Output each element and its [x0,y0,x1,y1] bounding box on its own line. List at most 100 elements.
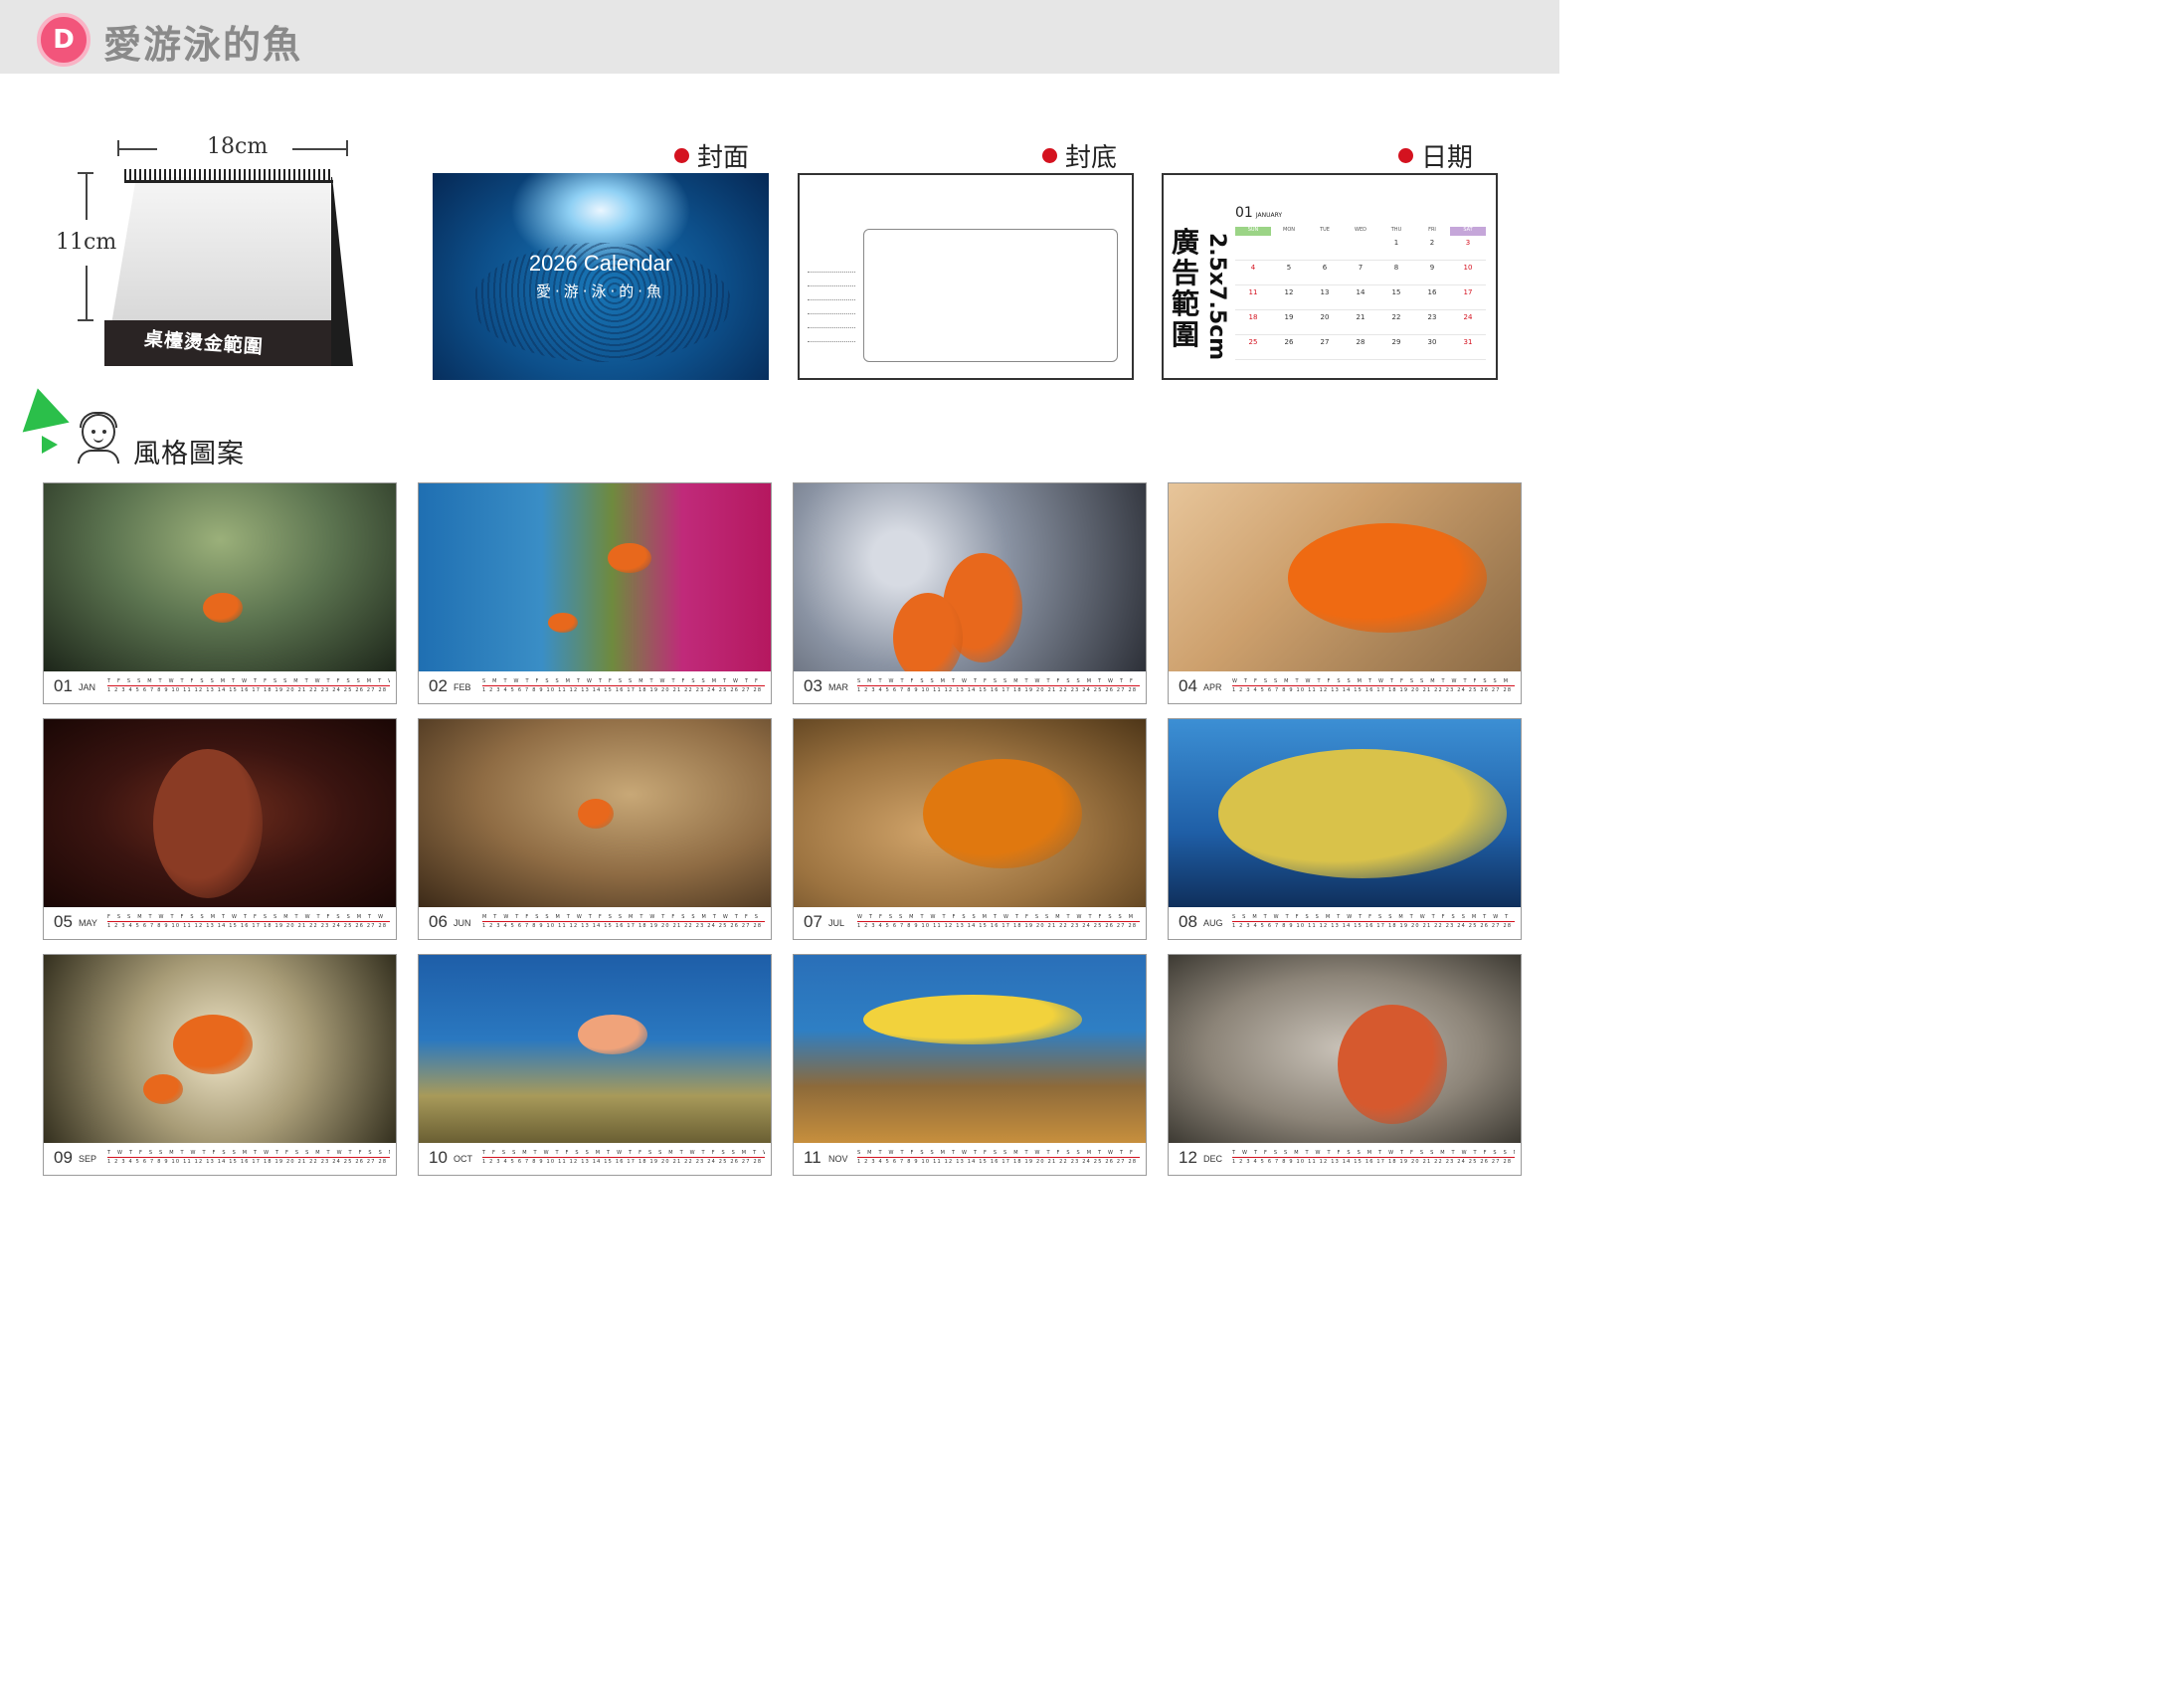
fish-photo [419,719,771,907]
ad-area-size: 2.5x7.5cm [1204,233,1229,361]
month-name: JUN [454,918,471,928]
day-strip: S M T W T F S S M T W T F S S M T W T F … [482,678,765,694]
date-preview[interactable]: 廣告範圍 2.5x7.5cm 01 JANUARY SUN MON TUE WED… [1162,173,1498,380]
date-cell: 27 [1320,338,1330,346]
month-caption: 01 JAN T F S S M T W T F S S M T W T F S S… [44,671,396,703]
month-thumbnail[interactable]: 06 JUN M T W T F S S M T W T F S S M T W T… [418,718,772,940]
month-number: 03 [804,676,822,695]
weekday-letters: S M T W T F S S M T W T F S S M T W T F … [857,678,1140,684]
calendar-stand: 桌檯燙金範圍 [104,169,358,368]
date-cell: 25 [1248,338,1258,346]
day-strip: S S M T W T F S S M T W T F S S M T W T … [1232,914,1515,930]
weekday-tue: TUE [1320,227,1330,233]
day-strip: F S S M T W T F S S M T W T F S S M T W … [107,914,390,930]
day-strip: T F S S M T W T F S S M T W T F S S M T … [482,1150,765,1166]
weekday-letters: T W T F S S M T W T F S S M T W T F S S … [1232,1150,1515,1156]
red-rule [107,921,390,922]
fish-shape [143,1074,183,1104]
month-thumbnail[interactable]: 01 JAN T F S S M T W T F S S M T W T F S S… [43,482,397,704]
day-numbers: 1 2 3 4 5 6 7 8 9 10 11 12 13 14 15 16 1… [107,923,390,929]
weekday-letters: S S M T W T F S S M T W T F S S M T W T … [1232,914,1515,920]
month-thumbnail[interactable]: 08 AUG S S M T W T F S S M T W T F S S M T… [1168,718,1522,940]
month-thumbnail[interactable]: 04 APR W T F S S M T W T F S S M T W T F S… [1168,482,1522,704]
date-cell: 15 [1391,288,1401,296]
date-cell [1271,236,1307,260]
girl-face-icon [74,412,123,466]
date-cell: 2 [1429,239,1435,247]
date-cell: 19 [1284,313,1294,321]
month-thumbnail[interactable]: 05 MAY F S S M T W T F S S M T W T F S S M… [43,718,397,940]
fish-photo [1169,483,1521,671]
month-thumbnail[interactable]: 09 SEP T W T F S S M T W T F S S M T W T F… [43,954,397,1176]
red-dot-icon [1398,148,1413,163]
red-rule [1232,1157,1515,1158]
cover-subtitle: 愛·游·泳·的·魚 [535,282,666,300]
back-preview[interactable] [798,173,1134,380]
date-month-number: 01 [1235,205,1253,221]
month-number: 11 [804,1148,821,1167]
month-thumbnail[interactable]: 11 NOV S M T W T F S S M T W T F S S M T W… [793,954,1147,1176]
dotted-lines [808,259,855,342]
date-cell: 5 [1286,264,1292,272]
date-cell: 6 [1322,264,1328,272]
date-cell: 14 [1356,288,1365,296]
weekday-letters: F S S M T W T F S S M T W T F S S M T W … [107,914,390,920]
fish-shape [923,759,1082,868]
month-caption: 08 AUG S S M T W T F S S M T W T F S S M T… [1169,907,1521,939]
fish-photo [419,955,771,1143]
red-rule [857,1157,1140,1158]
date-row: 18 19 20 21 22 23 24 [1235,310,1486,335]
date-cell: 13 [1320,288,1330,296]
month-name: APR [1203,682,1222,692]
month-number: 10 [429,1148,448,1167]
fish-shape [578,1015,647,1054]
date-month-name: JANUARY [1255,212,1283,219]
date-cell: 24 [1463,313,1473,321]
date-cell: 28 [1356,338,1365,346]
day-strip: S M T W T F S S M T W T F S S M T W T F … [857,1150,1140,1166]
weekday-letters: S M T W T F S S M T W T F S S M T W T F … [482,678,765,684]
month-name: JUL [828,918,845,928]
day-numbers: 1 2 3 4 5 6 7 8 9 10 11 12 13 14 15 16 1… [857,1159,1140,1165]
cover-preview[interactable]: 2026 Calendar 愛·游·泳·的·魚 [433,173,769,380]
date-cell: 9 [1429,264,1435,272]
date-cell: 17 [1463,288,1473,296]
month-thumbnail[interactable]: 12 DEC T W T F S S M T W T F S S M T W T F… [1168,954,1522,1176]
month-thumbnail[interactable]: 10 OCT T F S S M T W T F S S M T W T F S S… [418,954,772,1176]
weekday-letters: W T F S S M T W T F S S M T W T F S S M … [857,914,1140,920]
fish-shape [548,613,578,633]
red-dot-icon [674,148,689,163]
weekday-fri: FRI [1428,227,1436,233]
date-row: 1 2 3 [1235,236,1486,261]
date-grid: SUN MON TUE WED THU FRI SAT 1 2 3 4 5 6 7 8 9 10 1… [1235,227,1486,360]
date-tag: 日期 [1398,137,1473,174]
month-thumbnail[interactable]: 03 MAR S M T W T F S S M T W T F S S M T W… [793,482,1147,704]
fish-shape [1218,749,1507,878]
month-caption: 09 SEP T W T F S S M T W T F S S M T W T F… [44,1143,396,1175]
weekday-letters: S M T W T F S S M T W T F S S M T W T F … [857,1150,1140,1156]
month-thumbnail[interactable]: 07 JUL W T F S S M T W T F S S M T W T F S… [793,718,1147,940]
imprint-area [863,229,1118,362]
weekday-mon: MON [1283,227,1295,233]
arrow-icon [12,383,70,460]
date-cell: 30 [1427,338,1437,346]
date-cell: 1 [1393,239,1399,247]
date-row: 25 26 27 28 29 30 31 [1235,335,1486,360]
month-number: 07 [804,912,822,931]
weekday-letters: W T F S S M T W T F S S M T W T F S S M … [1232,678,1515,684]
weekday-sun: SUN [1235,227,1271,236]
month-thumbnail[interactable]: 02 FEB S M T W T F S S M T W T F S S M T W… [418,482,772,704]
red-rule [857,685,1140,686]
day-strip: T W T F S S M T W T F S S M T W T F S S … [1232,1150,1515,1166]
weekday-letters: T F S S M T W T F S S M T W T F S S M T … [107,678,390,684]
red-rule [482,921,765,922]
day-numbers: 1 2 3 4 5 6 7 8 9 10 11 12 13 14 15 16 1… [107,1159,390,1165]
day-numbers: 1 2 3 4 5 6 7 8 9 10 11 12 13 14 15 16 1… [107,687,390,693]
date-cell: 11 [1248,288,1258,296]
date-cell: 8 [1393,264,1399,272]
month-caption: 04 APR W T F S S M T W T F S S M T W T F S… [1169,671,1521,703]
red-dot-icon [1042,148,1057,163]
month-number: 09 [54,1148,73,1167]
month-number: 08 [1179,912,1197,931]
fish-photo [794,955,1146,1143]
